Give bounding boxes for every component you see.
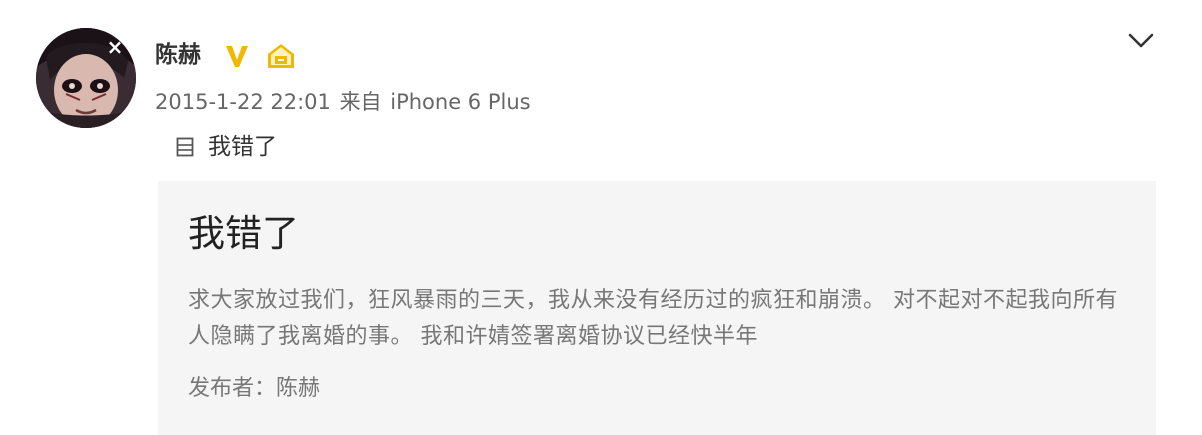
article-card[interactable]: 我错了 求大家放过我们，狂风暴雨的三天，我从来没有经历过的疯狂和崩溃。 对不起对…	[158, 181, 1156, 435]
post-source-device[interactable]: iPhone 6 Plus	[390, 90, 530, 114]
chevron-down-icon[interactable]	[1126, 28, 1156, 52]
article-card-excerpt: 求大家放过我们，狂风暴雨的三天，我从来没有经历过的疯狂和崩溃。 对不起对不起我向…	[188, 288, 1118, 349]
article-link-label: 我错了	[208, 134, 277, 160]
weibo-post: × 陈赫 2015-1-22 22:01 来自 iPhone 6 Plus 我错…	[0, 0, 1202, 435]
member-level-icon[interactable]	[264, 42, 298, 70]
article-card-title: 我错了	[188, 212, 299, 255]
post-timestamp[interactable]: 2015-1-22 22:01	[155, 90, 331, 114]
username[interactable]: 陈赫	[155, 40, 201, 70]
post-source-prefix: 来自	[339, 90, 382, 114]
article-card-author: 发布者：陈赫	[188, 376, 321, 401]
verified-v-icon	[226, 46, 248, 67]
post-meta: 2015-1-22 22:01 来自 iPhone 6 Plus	[155, 88, 533, 116]
document-icon	[176, 137, 194, 157]
avatar-close-icon: ×	[106, 35, 124, 59]
article-link[interactable]: 我错了	[176, 132, 277, 162]
